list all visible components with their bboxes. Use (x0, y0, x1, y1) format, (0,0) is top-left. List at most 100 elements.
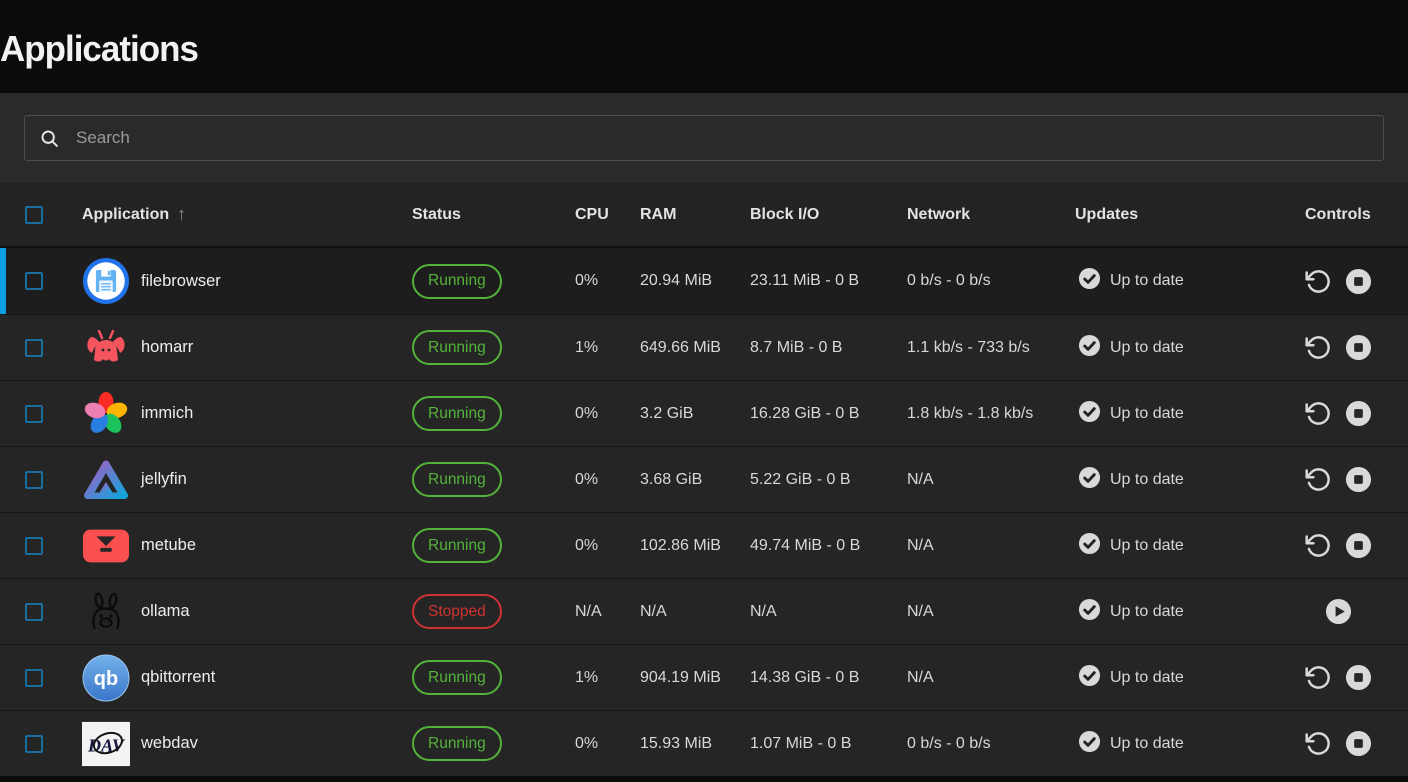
table-row[interactable]: homarr Running 1% 649.66 MiB 8.7 MiB - 0… (0, 314, 1408, 380)
column-network[interactable]: Network (907, 206, 1075, 224)
status-badge: Stopped (412, 594, 502, 629)
row-checkbox[interactable] (25, 272, 43, 290)
update-check-icon (1078, 400, 1101, 428)
table-row[interactable]: ollama Stopped N/A N/A N/A N/A Up to dat… (0, 578, 1408, 644)
table-header: Application ↑ Status CPU RAM Block I/O N… (0, 183, 1408, 248)
status-badge: Running (412, 462, 502, 497)
search-input[interactable] (60, 128, 1383, 148)
row-checkbox[interactable] (25, 404, 43, 423)
app-name[interactable]: ollama (141, 602, 190, 621)
stop-button[interactable] (1345, 664, 1372, 691)
update-status: Up to date (1110, 602, 1184, 620)
table-row[interactable]: metube Running 0% 102.86 MiB 49.74 MiB -… (0, 512, 1408, 578)
row-checkbox[interactable] (25, 602, 43, 621)
status-badge: Running (412, 528, 502, 563)
applications-table: Application ↑ Status CPU RAM Block I/O N… (0, 183, 1408, 776)
ram-value: 15.93 MiB (640, 734, 713, 752)
app-icon: qb (81, 653, 131, 703)
column-updates[interactable]: Updates (1075, 206, 1297, 224)
status-badge: Running (412, 396, 502, 431)
up-to-date-check-icon (1078, 400, 1101, 422)
app-name[interactable]: homarr (141, 338, 193, 357)
network-value: N/A (907, 602, 934, 620)
column-block-io[interactable]: Block I/O (750, 206, 907, 224)
qbittorrent-icon: qb (82, 654, 130, 701)
app-icon: DAV (81, 719, 131, 769)
blockio-value: 1.07 MiB - 0 B (750, 734, 852, 752)
metube-icon (82, 529, 130, 562)
table-row[interactable]: filebrowser Running 0% 20.94 MiB 23.11 M… (0, 248, 1408, 314)
ram-value: 649.66 MiB (640, 338, 721, 356)
restart-button[interactable] (1305, 532, 1332, 559)
table-row[interactable]: DAV webdav Running 0% 15.93 MiB 1.07 MiB… (0, 710, 1408, 776)
column-controls: Controls (1305, 205, 1371, 223)
column-application[interactable]: Application ↑ (82, 204, 412, 225)
restart-button[interactable] (1305, 268, 1332, 295)
up-to-date-check-icon (1078, 334, 1101, 356)
restart-icon (1305, 468, 1330, 491)
row-checkbox[interactable] (25, 338, 43, 357)
start-button[interactable] (1325, 598, 1352, 625)
sort-ascending-icon[interactable]: ↑ (177, 204, 186, 225)
filebrowser-icon (82, 257, 130, 305)
table-row[interactable]: jellyfin Running 0% 3.68 GiB 5.22 GiB - … (0, 446, 1408, 512)
app-name[interactable]: qbittorrent (141, 668, 215, 687)
ram-value: 20.94 MiB (640, 272, 713, 289)
ram-value: 904.19 MiB (640, 668, 721, 686)
restart-icon (1305, 269, 1330, 293)
homarr-icon (87, 329, 125, 362)
restart-button[interactable] (1305, 400, 1332, 427)
stop-button[interactable] (1345, 334, 1372, 361)
table-row[interactable]: qb qbittorrent Running 1% 904.19 MiB 14.… (0, 644, 1408, 710)
svg-text:qb: qb (94, 668, 118, 690)
app-name[interactable]: filebrowser (141, 272, 221, 291)
app-name[interactable]: immich (141, 404, 193, 423)
stop-icon (1345, 532, 1372, 559)
app-icon (81, 323, 131, 373)
page-title: Applications (0, 28, 199, 69)
controls (1305, 334, 1372, 361)
up-to-date-check-icon (1078, 466, 1101, 488)
row-checkbox[interactable] (25, 470, 43, 489)
network-value: 1.1 kb/s - 733 b/s (907, 338, 1030, 356)
search-box[interactable] (24, 115, 1384, 161)
stop-button[interactable] (1345, 532, 1372, 559)
restart-button[interactable] (1305, 334, 1332, 361)
restart-button[interactable] (1305, 664, 1332, 691)
restart-icon (1305, 732, 1330, 755)
select-all-checkbox[interactable] (25, 205, 43, 224)
network-value: 0 b/s - 0 b/s (907, 734, 991, 752)
network-value: N/A (907, 668, 934, 686)
restart-button[interactable] (1305, 466, 1332, 493)
ollama-icon (92, 592, 120, 629)
column-status[interactable]: Status (412, 206, 573, 224)
table-row[interactable]: immich Running 0% 3.2 GiB 16.28 GiB - 0 … (0, 380, 1408, 446)
status-badge: Running (412, 726, 502, 761)
blockio-value: N/A (750, 602, 777, 620)
stop-button[interactable] (1345, 466, 1372, 493)
app-icon (81, 455, 131, 505)
row-checkbox[interactable] (25, 734, 43, 753)
cpu-value: 0% (575, 734, 599, 752)
stop-button[interactable] (1345, 730, 1372, 757)
blockio-value: 14.38 GiB - 0 B (750, 668, 860, 686)
controls (1305, 532, 1372, 559)
cpu-value: 1% (575, 338, 599, 356)
column-ram[interactable]: RAM (640, 206, 750, 224)
update-status: Up to date (1110, 338, 1184, 356)
webdav-icon: DAV (82, 721, 130, 766)
update-check-icon (1078, 466, 1101, 494)
app-name[interactable]: webdav (141, 734, 198, 753)
row-checkbox[interactable] (25, 536, 43, 555)
app-name[interactable]: jellyfin (141, 470, 187, 489)
controls (1305, 400, 1372, 427)
app-name[interactable]: metube (141, 536, 196, 555)
row-checkbox[interactable] (25, 668, 43, 687)
network-value: 0 b/s - 0 b/s (907, 272, 991, 289)
stop-button[interactable] (1345, 400, 1372, 427)
update-status: Up to date (1110, 404, 1184, 422)
restart-button[interactable] (1305, 730, 1332, 757)
stop-button[interactable] (1345, 268, 1372, 295)
column-cpu[interactable]: CPU (573, 206, 640, 224)
up-to-date-check-icon (1078, 532, 1101, 554)
